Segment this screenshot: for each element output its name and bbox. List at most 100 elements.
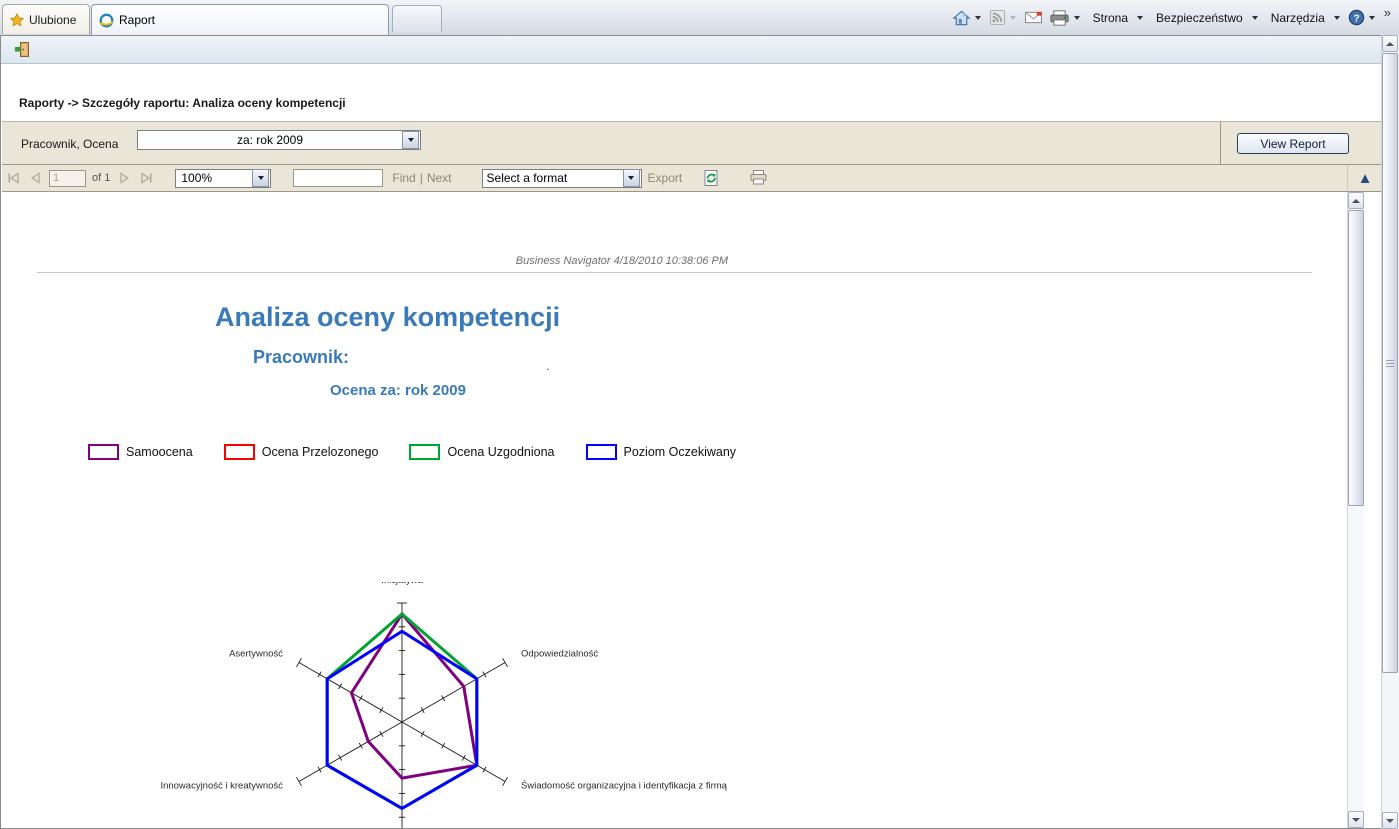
chevron-down-icon [974,15,981,20]
favorites-bar-button[interactable]: Ulubione [2,4,90,34]
export-format-select[interactable]: Select a format [481,168,642,188]
next-page-icon[interactable] [113,172,135,184]
parameter-label: Pracownik, Ocena [21,137,119,151]
legend-swatch [409,444,441,460]
home-button[interactable] [949,0,986,35]
scroll-down-button[interactable] [1382,812,1398,829]
scroll-thumb[interactable] [1382,53,1398,673]
legend-swatch [223,444,255,460]
svg-text:Odpowiedzialność: Odpowiedzialność [521,649,598,660]
report-scrollbar[interactable] [1347,192,1364,828]
page-menu-label: Strona [1092,10,1129,25]
help-icon: ? [1348,9,1365,26]
legend-item: Poziom Oczekiwany [585,444,737,460]
favorites-label: Ulubione [29,12,77,27]
find-next-button[interactable]: Next [427,171,452,185]
browser-tab-label: Raport [119,13,156,27]
export-button[interactable]: Export [648,171,683,185]
svg-text:Inicjatywa: Inicjatywa [381,582,423,586]
browser-chrome: Ulubione Raport Strona Bezpieczeństwo Na… [0,0,1399,36]
legend-label: Ocena Przelozonego [261,445,379,459]
app-top-bar [1,36,1381,64]
find-separator: | [419,171,423,185]
chart-legend: Samoocena Ocena Przelozonego Ocena Uzgod… [88,444,767,460]
legend-swatch [88,444,119,460]
home-icon [952,10,971,25]
help-button[interactable]: ? [1345,0,1380,35]
breadcrumb: Raporty -> Szczegóły raportu: Analiza oc… [19,96,346,110]
legend-swatch [585,444,617,460]
parameter-select[interactable]: za: rok 2009 [137,130,421,150]
legend-label: Samoocena [126,445,193,459]
page-count-label: of 1 [92,172,111,184]
application-window: Ulubione Raport Strona Bezpieczeństwo Na… [0,0,1399,829]
legend-item: Samoocena [88,444,193,460]
page-viewport: Raporty -> Szczegóły raportu: Analiza oc… [0,35,1399,829]
report-employee-value: . [546,358,550,373]
find-button[interactable]: Find [392,171,415,185]
svg-text:?: ? [1353,13,1359,24]
tools-menu[interactable]: Narzędzia [1263,0,1345,35]
parameter-value: za: rok 2009 [236,133,304,147]
chevron-down-icon [1368,15,1375,20]
printer-icon [1050,9,1069,26]
last-page-icon[interactable] [135,172,157,184]
overflow-chevron-icon[interactable]: » [1380,5,1395,30]
svg-text:Asertywność: Asertywność [229,649,283,660]
browser-scrollbar[interactable] [1381,35,1399,829]
scroll-up-button[interactable] [1382,35,1398,52]
report-scroll-up-button[interactable] [1348,192,1364,209]
report-period-label: Ocena za: rok 2009 [330,382,466,399]
chevron-down-icon[interactable] [252,169,270,187]
zoom-value: 100% [181,171,213,185]
view-report-panel: View Report [1220,121,1382,165]
report-manager-content: Raporty -> Szczegóły raportu: Analiza oc… [0,35,1382,829]
star-icon [10,12,24,27]
radar-chart: Inicjatywa Odpowiedzialność Świadomość org… [132,582,792,828]
exit-door-icon[interactable] [14,41,32,58]
browser-tab-raport[interactable]: Raport [91,4,389,35]
chevron-down-icon [1073,15,1080,20]
collapse-chevron-icon: ▲ [1357,169,1373,187]
chevron-down-icon [1137,15,1144,20]
report-employee-label: Pracownik: [253,347,350,367]
printer-icon[interactable] [749,169,769,187]
chevron-down-icon [1009,15,1016,20]
report-parameter-bar: Pracownik, Ocena za: rok 2009 [2,121,1220,165]
safety-menu[interactable]: Bezpieczeństwo [1148,0,1263,35]
report-title: Analiza oceny kompetencji [215,302,561,332]
svg-text:Świadomość organizacyjna i ide: Świadomość organizacyjna i identyfikacja… [521,780,728,792]
chevron-down-icon[interactable] [402,131,419,149]
previous-page-icon[interactable] [24,172,46,184]
browser-command-bar: Strona Bezpieczeństwo Narzędzia ? » [949,0,1395,35]
legend-item: Ocena Przelozonego [223,444,379,460]
feeds-button[interactable] [986,0,1021,35]
report-scroll-thumb[interactable] [1348,210,1364,506]
chevron-down-icon [1333,15,1340,20]
view-report-button[interactable]: View Report [1237,133,1349,154]
new-tab-button[interactable] [392,5,442,32]
mail-button[interactable] [1021,0,1046,35]
page-menu[interactable]: Strona [1085,0,1148,35]
collapse-parameters-button[interactable]: ▲ [1347,165,1382,192]
chevron-down-icon[interactable] [622,169,640,187]
legend-item: Ocena Uzgodniona [409,444,555,460]
internet-explorer-icon [99,13,114,28]
report-render-area: Business Navigator 4/18/2010 10:38:06 PM… [2,192,1347,828]
refresh-icon[interactable] [702,169,722,187]
legend-label: Poziom Oczekiwany [623,445,737,459]
zoom-select[interactable]: 100% [175,168,272,188]
find-input[interactable] [293,169,384,187]
rss-feed-icon [989,9,1005,26]
report-viewer-toolbar: 1 of 1 100% Find | Next Select a format … [2,165,1347,192]
page-number-input[interactable]: 1 [49,169,86,187]
legend-label: Ocena Uzgodniona [447,445,555,459]
first-page-icon[interactable] [2,172,24,184]
chevron-down-icon [1251,15,1258,20]
svg-text:Innowacyjność i kreatywność: Innowacyjność i kreatywność [160,781,283,792]
print-button[interactable] [1046,0,1085,35]
report-header-meta: Business Navigator 4/18/2010 10:38:06 PM [515,255,728,267]
report-scroll-down-button[interactable] [1348,811,1364,828]
mail-icon [1024,11,1042,24]
scroll-thumb-grip [1386,358,1394,369]
